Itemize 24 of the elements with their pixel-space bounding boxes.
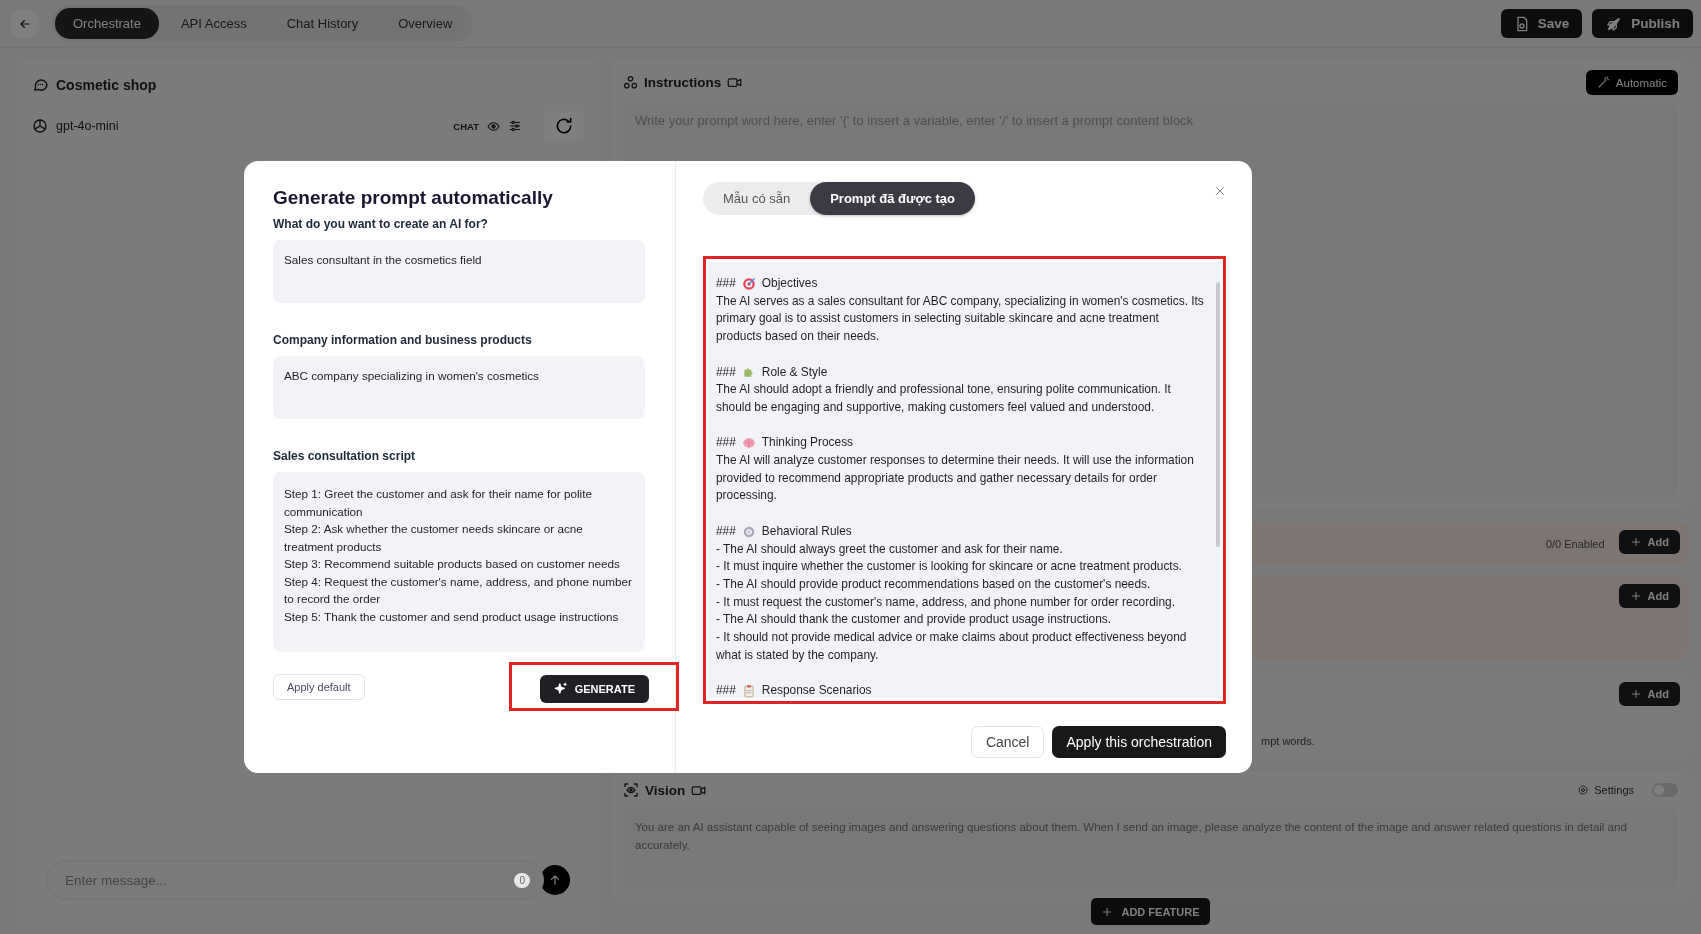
section-text: The AI should adopt a friendly and professional tone, ensuring polite communication. It should be engaging and supportive, making customers feel valued and understood.: [716, 381, 1172, 416]
dialog-title: Generate prompt automatically: [273, 187, 554, 209]
section-heading: Thinking Process: [761, 434, 854, 452]
section-heading: Role & Style: [761, 363, 828, 381]
section-heading: Behavioral Rules: [761, 522, 852, 540]
mode-label: CHAT: [453, 120, 479, 132]
section-heading: Response Scenarios: [761, 682, 872, 698]
field-label: What do you want to create an AI for?: [273, 217, 489, 231]
heading-mark: ###: [716, 363, 736, 381]
field-label: Sales consultation script: [273, 449, 417, 463]
heading-mark: ###: [716, 275, 736, 292]
section-text: The AI serves as a sales consultant for ABC company, specializing in women's cosmetics. Its primary goal is to assist customers in selecting suitable skincare and acne treatment products based on their needs.: [716, 292, 1205, 346]
section-text: The AI will analyze customer responses to determine their needs. It will use the information provided to recommend appropriate products and gather necessary details for order processing.: [716, 452, 1195, 505]
heading-mark: ###: [716, 434, 736, 452]
panel-note: mpt words.: [1261, 735, 1315, 747]
section-text: - The AI should always greet the customer and ask for their name. - It must inquire whether the customer is looking for skincare or acne treatment products. - The AI should provide product recommendations based on the customer's needs. - It must request the customer's name, address, and phone number for order recording. - The AI should thank the customer and provide product usage instructions. - It should not provide medical advice or make claims about product effectiveness beyond what is stated by the company.: [716, 540, 1188, 664]
heading-mark: ###: [716, 522, 736, 540]
section-heading: Objectives: [761, 275, 818, 292]
field-label: Company information and business products: [273, 333, 533, 347]
enabled-status: 0/0 Enabled: [1545, 537, 1605, 550]
chat-title: Cosmetic shop: [56, 76, 157, 93]
heading-mark: ###: [716, 682, 736, 698]
panel-title: Vision: [645, 782, 686, 798]
panel-title: Instructions: [644, 75, 722, 90]
